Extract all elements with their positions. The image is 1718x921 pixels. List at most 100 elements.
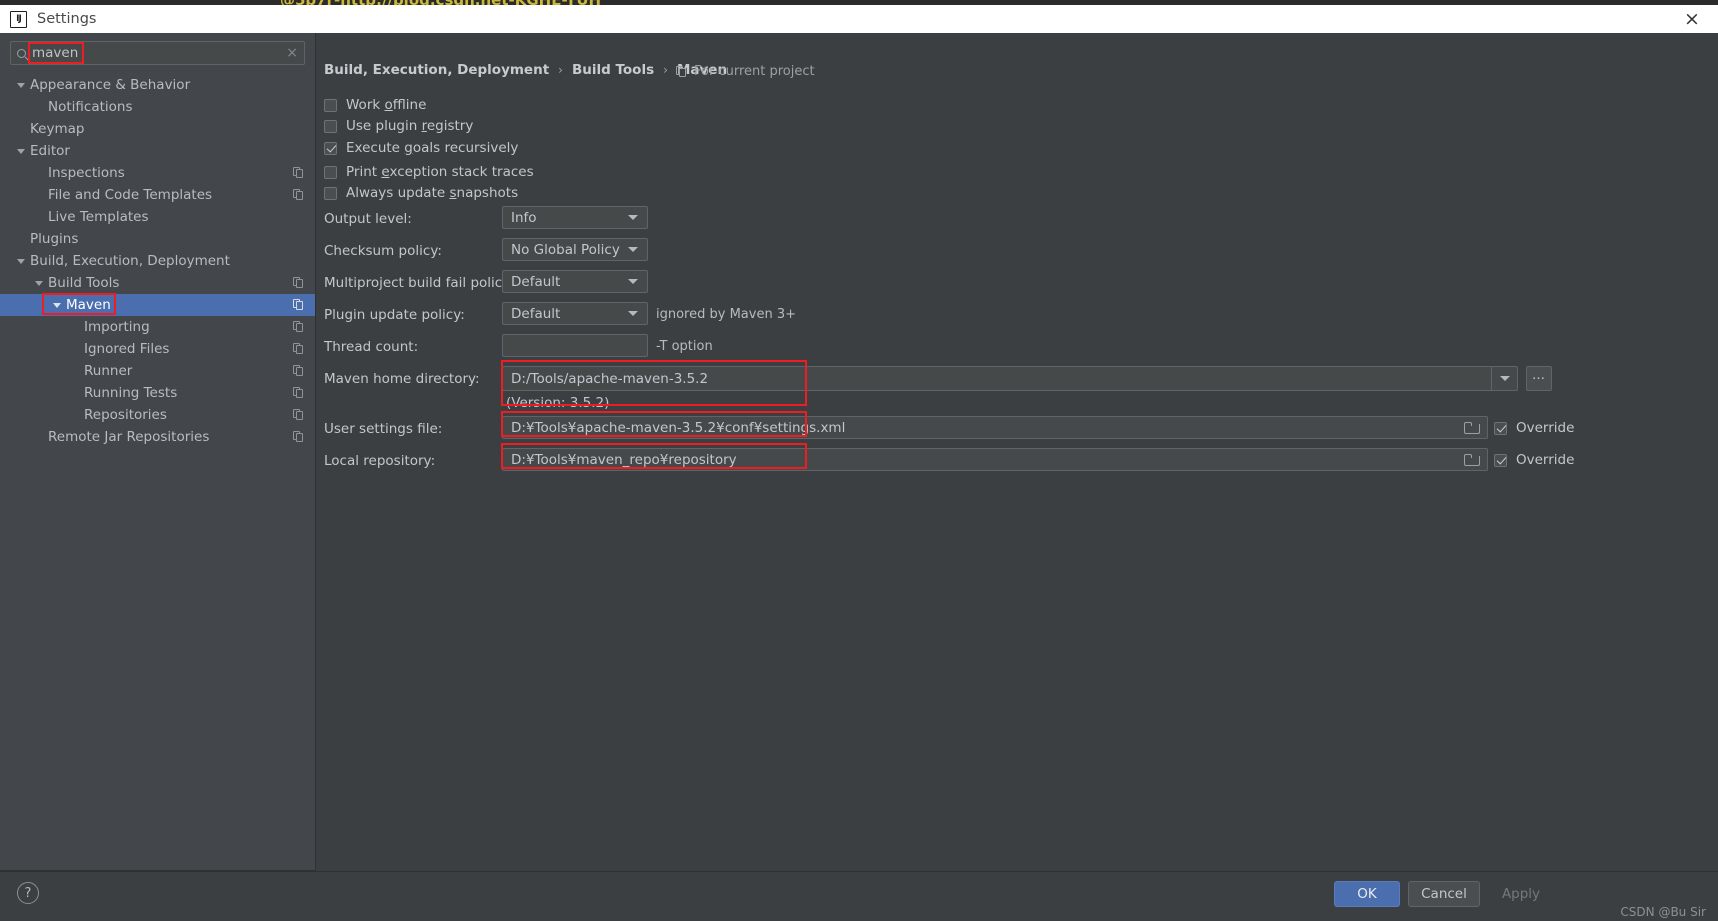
multiproject-fail-policy-label: Multiproject build fail policy: [324, 275, 514, 291]
sidebar-item-inspections[interactable]: Inspections [0, 162, 315, 184]
maven-home-browse-button[interactable]: … [1526, 366, 1552, 391]
close-icon[interactable]: × [1674, 5, 1710, 33]
sidebar-item-running-tests[interactable]: Running Tests [0, 382, 315, 404]
clear-search-icon[interactable]: × [282, 45, 298, 61]
sidebar-item-file-and-code-templates[interactable]: File and Code Templates [0, 184, 315, 206]
breadcrumb-item-0[interactable]: Build, Execution, Deployment [324, 62, 549, 78]
local-repository-override-checkbox[interactable]: Override [1494, 452, 1574, 468]
output-level-value: Info [511, 209, 537, 226]
copy-icon[interactable] [293, 189, 304, 201]
sidebar-item-maven[interactable]: Maven [0, 294, 315, 316]
multiproject-fail-policy-select[interactable]: Default [502, 270, 648, 293]
checkbox-label-pre: Use plugin [346, 118, 422, 134]
maven-version-note: (Version: 3.5.2) [506, 395, 610, 411]
checkbox-label: Execute goals recursively [346, 140, 518, 156]
copy-icon[interactable] [293, 431, 304, 443]
for-current-project-label: For current project [676, 64, 815, 79]
checkbox-print-exception-stack-traces[interactable]: Print exception stack traces [324, 164, 534, 180]
sidebar-item-runner[interactable]: Runner [0, 360, 315, 382]
cancel-button[interactable]: Cancel [1408, 881, 1480, 907]
checkbox-use-plugin-registry[interactable]: Use plugin registry [324, 118, 473, 134]
copy-icon[interactable] [293, 343, 304, 355]
maven-home-dropdown-button[interactable] [1491, 367, 1517, 390]
sidebar-item-keymap[interactable]: Keymap [0, 118, 315, 140]
checkbox-work-offline[interactable]: Work offline [324, 97, 426, 113]
sidebar-item-label: Inspections [48, 165, 125, 181]
user-settings-override-label: Override [1516, 420, 1575, 436]
copy-icon[interactable] [293, 387, 304, 399]
expand-arrow-icon[interactable] [14, 258, 28, 264]
checkbox-label: Print exception stack traces [346, 164, 534, 180]
sidebar-item-build-tools[interactable]: Build Tools [0, 272, 315, 294]
plugin-update-policy-select[interactable]: Default [502, 302, 648, 325]
checksum-policy-select[interactable]: No Global Policy [502, 238, 648, 261]
checkbox-execute-goals-recursively[interactable]: Execute goals recursively [324, 140, 518, 156]
sidebar-item-label: Repositories [84, 407, 167, 423]
checkbox-box [324, 119, 337, 133]
dialog-footer: ? OK Cancel Apply CSDN @Bu Sir [0, 871, 1718, 921]
plugin-update-policy-value: Default [511, 305, 561, 322]
sidebar-item-notifications[interactable]: Notifications [0, 96, 315, 118]
sidebar-item-repositories[interactable]: Repositories [0, 404, 315, 426]
sidebar-item-plugins[interactable]: Plugins [0, 228, 315, 250]
chevron-down-icon [628, 215, 638, 220]
maven-home-select[interactable]: D:/Tools/apache-maven-3.5.2 [502, 366, 1518, 391]
sidebar-item-label: Importing [84, 319, 150, 335]
user-settings-label: User settings file: [324, 421, 443, 437]
copy-icon[interactable] [293, 321, 304, 333]
breadcrumb-item-1[interactable]: Build Tools [572, 62, 654, 78]
sidebar-item-editor[interactable]: Editor [0, 140, 315, 162]
sidebar-item-importing[interactable]: Importing [0, 316, 315, 338]
checkbox-label: Always update snapshots [346, 185, 518, 201]
expand-arrow-icon[interactable] [32, 280, 46, 286]
breadcrumb-separator-0: › [558, 63, 563, 77]
copy-icon[interactable] [293, 277, 304, 289]
maven-home-label: Maven home directory: [324, 371, 480, 387]
sidebar-item-build-execution-deployment[interactable]: Build, Execution, Deployment [0, 250, 315, 272]
checkbox-always-update-snapshots[interactable]: Always update snapshots [324, 185, 518, 201]
sidebar-item-remote-jar-repositories[interactable]: Remote Jar Repositories [0, 426, 315, 448]
sidebar-item-label: Remote Jar Repositories [48, 429, 210, 445]
sidebar-item-appearance-behavior[interactable]: Appearance & Behavior [0, 74, 315, 96]
checkbox-label-post: napshots [456, 185, 519, 201]
window-title: Settings [37, 11, 97, 27]
user-settings-override-checkbox[interactable]: Override [1494, 420, 1574, 436]
folder-icon[interactable] [1464, 453, 1480, 466]
checkbox-label-post: xception stack traces [389, 164, 534, 180]
user-settings-input[interactable]: D:¥Tools¥apache-maven-3.5.2¥conf¥setting… [502, 416, 1488, 439]
checksum-policy-label: Checksum policy: [324, 243, 442, 259]
checkbox-box [324, 141, 337, 155]
copy-icon[interactable] [293, 409, 304, 421]
plugin-update-policy-label: Plugin update policy: [324, 307, 465, 323]
checkbox-box [1494, 421, 1507, 435]
expand-arrow-icon[interactable] [50, 302, 64, 308]
sidebar-item-label: Keymap [30, 121, 85, 137]
copy-icon[interactable] [293, 167, 304, 179]
checkbox-label-pre: Print [346, 164, 382, 180]
ok-button[interactable]: OK [1334, 881, 1400, 907]
thread-count-label: Thread count: [324, 339, 419, 355]
search-input[interactable]: maven × [10, 41, 305, 65]
sidebar-item-ignored-files[interactable]: Ignored Files [0, 338, 315, 360]
thread-count-input[interactable] [502, 334, 648, 357]
chevron-down-icon [1499, 376, 1510, 381]
sidebar-item-label: Ignored Files [84, 341, 170, 357]
dialog-body: maven × Appearance & Behavior Notificatio… [0, 33, 1718, 871]
checkbox-label: Work offline [346, 97, 426, 113]
multiproject-fail-policy-value: Default [511, 273, 561, 290]
help-button[interactable]: ? [17, 882, 39, 904]
copy-icon[interactable] [293, 299, 304, 311]
copy-icon [676, 65, 687, 78]
expand-arrow-icon[interactable] [14, 82, 28, 88]
sidebar-item-live-templates[interactable]: Live Templates [0, 206, 315, 228]
apply-button: Apply [1501, 886, 1541, 902]
checkbox-label-mnemonic: g [404, 140, 413, 156]
sidebar-item-label: Appearance & Behavior [30, 77, 191, 93]
sidebar-item-label: Plugins [30, 231, 79, 247]
checksum-policy-value: No Global Policy [511, 241, 620, 258]
copy-icon[interactable] [293, 365, 304, 377]
output-level-select[interactable]: Info [502, 206, 648, 229]
folder-icon[interactable] [1464, 421, 1480, 434]
local-repository-input[interactable]: D:¥Tools¥maven_repo¥repository [502, 448, 1488, 471]
expand-arrow-icon[interactable] [14, 148, 28, 154]
